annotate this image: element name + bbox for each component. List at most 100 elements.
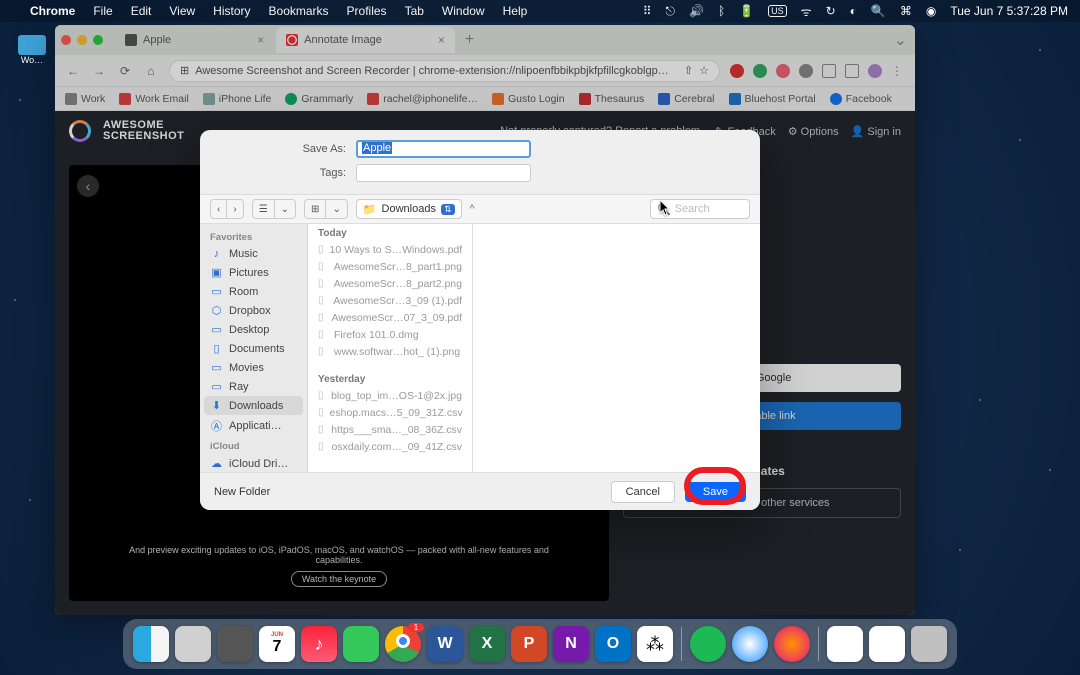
dock-trash[interactable] [911, 626, 947, 662]
close-window-button[interactable] [61, 35, 71, 45]
bookmark-iphone-life[interactable]: iPhone Life [203, 93, 272, 105]
watch-keynote-button[interactable]: Watch the keynote [291, 571, 387, 587]
dropbox-menulet-icon[interactable]: ⠿ [643, 4, 652, 18]
sidebar-item-ray[interactable]: ▭Ray [200, 377, 307, 396]
menu-window[interactable]: Window [442, 4, 485, 18]
file-item[interactable]: ▯eshop.macs…5_09_31Z.csv [308, 404, 472, 421]
dock-music[interactable]: ♪ [301, 626, 337, 662]
file-item[interactable]: ▯Firefox 101.0.dmg [308, 326, 472, 343]
dock-preview-doc[interactable] [869, 626, 905, 662]
sidebar-item-movies[interactable]: ▭Movies [200, 358, 307, 377]
nav-back-forward[interactable]: ‹› [210, 199, 244, 219]
forward-button[interactable]: → [91, 64, 107, 78]
dock-slack[interactable]: ⁂ [637, 626, 673, 662]
clock[interactable]: Tue Jun 7 5:37:28 PM [950, 4, 1068, 18]
sidebar-item-applications[interactable]: ⒶApplicati… [200, 415, 307, 437]
dock-textedit-doc[interactable] [827, 626, 863, 662]
volume-icon[interactable]: 🔊 [689, 4, 704, 18]
bookmark-work[interactable]: Work [65, 93, 105, 105]
bookmark-cerebral[interactable]: Cerebral [658, 93, 714, 105]
sidebar-item-icloud-drive[interactable]: ☁iCloud Dri… [200, 454, 307, 472]
new-folder-button[interactable]: New Folder [214, 486, 270, 498]
dock-powerpoint[interactable]: P [511, 626, 547, 662]
file-item[interactable]: ▯https___sma…_08_36Z.csv [308, 421, 472, 438]
dock-word[interactable]: W [427, 626, 463, 662]
file-item[interactable]: ▯AwesomeScr…07_3_09.pdf [308, 309, 472, 326]
bookmark-grammarly[interactable]: Grammarly [285, 93, 353, 105]
dock-launchpad[interactable] [175, 626, 211, 662]
app-menu[interactable]: Chrome [30, 4, 75, 18]
extension-icon[interactable] [776, 64, 790, 78]
extensions-puzzle-icon[interactable] [799, 64, 813, 78]
omnibox[interactable]: ⊞ Awesome Screenshot and Screen Recorder… [169, 60, 720, 82]
reading-list-icon[interactable] [845, 64, 859, 78]
input-source-icon[interactable]: US [768, 5, 787, 17]
chrome-menu-button[interactable]: ⋮ [891, 64, 905, 78]
sidebar-item-dropbox[interactable]: ⬡Dropbox [200, 301, 307, 320]
cast-icon[interactable] [822, 64, 836, 78]
minimize-window-button[interactable] [77, 35, 87, 45]
new-tab-button[interactable]: + [457, 31, 482, 49]
profile-avatar[interactable] [868, 64, 882, 78]
file-item[interactable]: ▯osxdaily.com…_09_41Z.csv [308, 438, 472, 455]
menu-tab[interactable]: Tab [405, 4, 424, 18]
dock-settings[interactable] [217, 626, 253, 662]
dock-chrome[interactable] [385, 626, 421, 662]
forward-icon[interactable]: › [227, 200, 242, 218]
sidebar-item-downloads[interactable]: ⬇Downloads [204, 396, 303, 415]
desktop-folder[interactable]: Wo… [18, 35, 46, 59]
file-list-column[interactable]: Today ▯10 Ways to S…Windows.pdf ▯Awesome… [308, 224, 473, 472]
dock-outlook[interactable]: O [595, 626, 631, 662]
bookmark-gusto[interactable]: Gusto Login [492, 93, 565, 105]
save-button[interactable]: Save [685, 482, 746, 502]
tags-field[interactable] [356, 164, 531, 182]
sidebar-item-pictures[interactable]: ▣Pictures [200, 263, 307, 282]
view-columns-button[interactable]: ☰⌄ [252, 199, 296, 219]
tab-annotate[interactable]: Annotate Image × [276, 27, 455, 53]
sidebar-item-music[interactable]: ♪Music [200, 245, 307, 263]
control-center-icon[interactable]: ⌘ [900, 4, 912, 18]
bookmark-star-icon[interactable]: ☆ [699, 64, 709, 77]
tabs-menu-button[interactable]: ⌄ [894, 30, 907, 50]
dock-safari[interactable] [732, 626, 768, 662]
file-item[interactable]: ▯AwesomeScr…3_09 (1).pdf [308, 292, 472, 309]
file-item[interactable]: ▯www.softwar…hot_ (1).png [308, 343, 472, 360]
sync-icon[interactable]: ↻ [826, 4, 836, 18]
menu-view[interactable]: View [169, 4, 195, 18]
menu-edit[interactable]: Edit [131, 4, 152, 18]
signin-link[interactable]: 👤 Sign in [851, 125, 901, 138]
bookmark-facebook[interactable]: Facebook [830, 93, 892, 105]
phone-menulet-icon[interactable]: ⎋ [666, 4, 676, 19]
home-button[interactable]: ⌂ [143, 64, 159, 78]
file-item[interactable]: ▯AwesomeScr…8_part1.png [308, 258, 472, 275]
siri-icon[interactable]: ◉ [926, 4, 936, 18]
dock-firefox[interactable] [774, 626, 810, 662]
dock-spotify[interactable] [690, 626, 726, 662]
bookmark-work-email[interactable]: Work Email [119, 93, 188, 105]
share-button[interactable]: ⇧ [684, 64, 693, 77]
save-as-field[interactable]: Apple [356, 140, 531, 158]
prev-button[interactable]: ‹ [77, 175, 99, 197]
sidebar-item-documents[interactable]: ▯Documents [200, 339, 307, 358]
back-button[interactable]: ← [65, 64, 81, 78]
dock-finder[interactable] [133, 626, 169, 662]
sidebar-item-desktop[interactable]: ▭Desktop [200, 320, 307, 339]
bookmark-rachel[interactable]: rachel@iphonelife… [367, 93, 478, 105]
tab-apple[interactable]: Apple × [115, 27, 274, 53]
menu-file[interactable]: File [93, 4, 112, 18]
sidebar-item-room[interactable]: ▭Room [200, 282, 307, 301]
file-item[interactable]: ▯AwesomeScr…8_part2.png [308, 275, 472, 292]
battery-icon[interactable]: 🔋 [739, 4, 754, 18]
dock-excel[interactable]: X [469, 626, 505, 662]
back-icon[interactable]: ‹ [211, 200, 227, 218]
dock-calendar[interactable]: JUN 7 [259, 626, 295, 662]
dock-onenote[interactable]: N [553, 626, 589, 662]
zoom-window-button[interactable] [93, 35, 103, 45]
file-item[interactable]: ▯blog_top_im…OS-1@2x.jpg [308, 387, 472, 404]
menu-profiles[interactable]: Profiles [347, 4, 387, 18]
tab-close-button[interactable]: × [438, 33, 445, 47]
menu-bookmarks[interactable]: Bookmarks [269, 4, 329, 18]
tab-close-button[interactable]: × [257, 33, 264, 47]
wifi-icon[interactable]: ᯤ [801, 3, 812, 20]
spotlight-icon[interactable]: 🔍 [871, 4, 886, 18]
